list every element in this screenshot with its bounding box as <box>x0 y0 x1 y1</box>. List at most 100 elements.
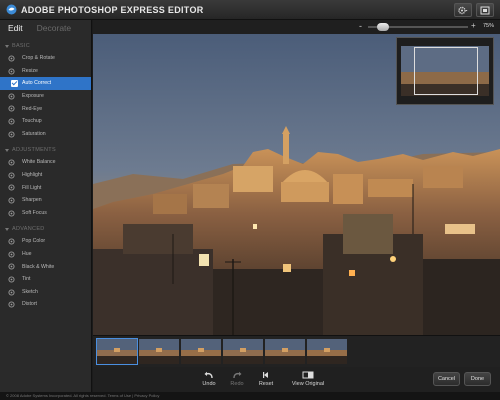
cancel-button[interactable]: Cancel <box>433 372 460 386</box>
tool-item-saturation[interactable]: Saturation <box>0 128 91 141</box>
tool-item-hue[interactable]: Hue <box>0 248 91 261</box>
white-balance-icon <box>8 159 15 166</box>
filmstrip-thumbnail[interactable] <box>96 338 138 365</box>
footer: © 2008 Adobe Systems Incorporated. All r… <box>0 392 500 400</box>
sharpen-icon <box>8 197 15 204</box>
thumbnail-image <box>223 339 263 364</box>
tool-item-label: Distort <box>22 301 37 308</box>
tool-item-highlight[interactable]: Highlight <box>0 169 91 182</box>
soft-focus-icon <box>8 209 15 217</box>
tool-item-label: Crop & Rotate <box>22 55 55 62</box>
tool-item-auto-correct[interactable]: Auto Correct <box>0 77 91 90</box>
tool-list: BASIC Crop & Rotate Resize Auto Correct Expo… <box>0 36 91 311</box>
fullscreen-icon <box>480 6 490 15</box>
fullscreen-button[interactable] <box>476 3 494 17</box>
tool-item-exposure[interactable]: Exposure <box>0 90 91 103</box>
done-button[interactable]: Done <box>464 372 491 386</box>
tool-item-fill-light[interactable]: Fill Light <box>0 181 91 194</box>
tool-item-black-white[interactable]: Black & White <box>0 260 91 273</box>
section-header-label: BASIC <box>12 43 31 49</box>
tool-item-label: Hue <box>22 251 32 258</box>
photo-canvas[interactable] <box>93 34 500 335</box>
tool-item-sharpen[interactable]: Sharpen <box>0 194 91 207</box>
tool-item-label: Touchup <box>22 118 42 125</box>
tool-item-label: Sharpen <box>22 197 42 204</box>
redo-label: Redo <box>230 381 244 387</box>
tab-decorate[interactable]: Decorate <box>29 20 78 36</box>
tool-item-label: White Balance <box>22 159 56 166</box>
settings-button[interactable] <box>454 3 472 17</box>
reset-icon <box>263 372 268 378</box>
exposure-icon <box>8 93 15 100</box>
view-original-label: View Original <box>291 381 325 387</box>
saturation-icon <box>8 131 15 138</box>
thumbnail-image <box>139 339 179 364</box>
filmstrip <box>93 335 500 367</box>
tool-item-label: Sketch <box>22 288 38 295</box>
sketch-icon <box>8 288 15 296</box>
collapse-triangle-icon <box>5 227 9 231</box>
view-original-button[interactable]: View Original <box>285 371 331 387</box>
tool-item-label: Red-Eye <box>22 105 43 112</box>
filmstrip-thumbnail[interactable] <box>265 339 305 364</box>
tool-item-label: Pop Color <box>22 238 46 245</box>
tool-item-label: Exposure <box>22 93 44 100</box>
section-header-basic[interactable]: BASIC <box>0 40 91 52</box>
black-white-icon <box>8 263 15 270</box>
zoom-bar: - + 75% <box>93 20 500 34</box>
tool-item-pop-color[interactable]: Pop Color <box>0 235 91 248</box>
app-logo-icon <box>6 4 17 15</box>
tool-item-touchup[interactable]: Touchup <box>0 115 91 128</box>
tool-item-label: Fill Light <box>22 184 42 191</box>
section-header-advanced[interactable]: ADVANCED <box>0 223 91 235</box>
hue-icon <box>8 251 15 258</box>
undo-icon <box>204 371 213 379</box>
zoom-level: 75% <box>483 23 495 29</box>
panel-tabs: Edit Decorate <box>0 20 91 36</box>
collapse-triangle-icon <box>5 148 9 152</box>
pop-color-icon <box>8 238 15 245</box>
section-header-label: ADJUSTMENTS <box>12 147 56 154</box>
reset-button[interactable]: Reset <box>246 371 286 387</box>
tools-panel: Edit Decorate BASIC Crop & Rotate Resize Au… <box>0 20 92 392</box>
tool-item-sketch[interactable]: Sketch <box>0 286 91 299</box>
filmstrip-thumbnail[interactable] <box>307 339 347 364</box>
zoom-in-button[interactable]: + <box>471 21 476 30</box>
tool-item-resize[interactable]: Resize <box>0 65 91 78</box>
tool-item-red-eye[interactable]: Red-Eye <box>0 102 91 115</box>
filmstrip-thumbnail[interactable] <box>181 339 221 364</box>
filmstrip-thumbnail[interactable] <box>223 339 263 364</box>
navigator-viewport[interactable] <box>414 47 478 95</box>
tool-item-label: Soft Focus <box>22 209 47 216</box>
tool-item-crop-rotate[interactable]: Crop & Rotate <box>0 52 91 65</box>
section-header-adjustments[interactable]: ADJUSTMENTS <box>0 144 91 156</box>
thumbnail-image <box>307 339 347 364</box>
thumbnail-image <box>181 339 221 364</box>
undo-label: Undo <box>202 381 216 387</box>
action-bar: Undo Redo Reset View Original Cancel Don… <box>93 367 500 392</box>
tool-item-label: Resize <box>22 67 38 74</box>
tool-item-soft-focus[interactable]: Soft Focus <box>0 207 91 220</box>
thumbnail-image <box>265 339 305 364</box>
tool-item-label: Tint <box>22 276 31 283</box>
crop-icon <box>8 55 15 62</box>
navigator-panel[interactable] <box>396 37 494 105</box>
redo-icon <box>233 371 242 379</box>
highlight-icon <box>8 172 15 179</box>
collapse-triangle-icon <box>5 44 9 48</box>
thumbnail-image <box>97 339 137 364</box>
tool-item-tint[interactable]: Tint <box>0 273 91 286</box>
tab-edit[interactable]: Edit <box>0 20 29 36</box>
view-original-icon <box>302 371 314 379</box>
tool-item-label: Auto Correct <box>22 80 52 87</box>
distort-icon <box>8 301 15 308</box>
tool-item-distort[interactable]: Distort <box>0 298 91 311</box>
zoom-out-button[interactable]: - <box>359 21 362 31</box>
touchup-icon <box>8 118 15 125</box>
red-eye-icon <box>8 105 15 112</box>
resize-icon <box>8 68 15 75</box>
tool-item-white-balance[interactable]: White Balance <box>0 156 91 169</box>
zoom-slider-thumb[interactable] <box>377 23 389 31</box>
filmstrip-thumbnail[interactable] <box>139 339 179 364</box>
checkbox-icon[interactable] <box>11 80 18 88</box>
